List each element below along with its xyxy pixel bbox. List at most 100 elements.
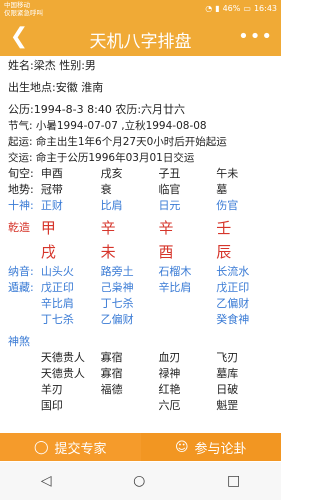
shishen-month: 比肩 xyxy=(100,199,123,212)
status-icons: ◔ ▮ 46% ▭ 16:43 xyxy=(205,4,277,13)
shishen-year: 正财 xyxy=(40,199,63,212)
calendar-date: 公历:1994-8-3 8:40 农历:六月廿六 xyxy=(8,103,186,116)
more-button[interactable]: ••• xyxy=(238,24,273,50)
join-discussion-button[interactable]: ☺ 参与论卦 xyxy=(140,433,281,461)
name-gender: 姓名:梁杰 性别:男 xyxy=(8,59,96,72)
zhi-hour: 辰 xyxy=(216,243,232,261)
nayin-year: 山头火 xyxy=(40,265,74,278)
canggan-cell: 丁七杀 xyxy=(100,297,134,310)
nayin-row: 纳音: 山头火 路旁土 石榴木 长流水 xyxy=(8,264,276,280)
gan-hour: 壬 xyxy=(216,219,232,237)
dishi-label: 地势: xyxy=(8,183,34,196)
shensha-cell: 墓库 xyxy=(216,367,239,380)
shishen-row: 十神: 正财 比肩 日元 伤官 xyxy=(8,198,276,214)
nav-home-icon[interactable]: ○ xyxy=(133,473,145,489)
solar-terms: 节气: 小暑1994-07-07 ,立秋1994-08-08 xyxy=(8,120,207,132)
shensha-cell: 六厄 xyxy=(158,399,181,412)
shensha-cell: 血刃 xyxy=(158,351,181,364)
gan-row: 乾造 甲 辛 辛 壬 xyxy=(8,216,276,240)
zhi-month: 未 xyxy=(100,243,116,261)
submit-expert-button[interactable]: ◯ 提交专家 xyxy=(0,433,141,461)
canggan-cell: 戊正印 xyxy=(40,281,74,294)
shensha-cell: 天德贵人 xyxy=(40,367,85,380)
bazi-content: 姓名:梁杰 性别:男 出生地点:安徽 淮南 公历:1994-8-3 8:40 农… xyxy=(8,58,276,414)
shensha-cell: 福德 xyxy=(100,383,123,396)
birthplace: 出生地点:安徽 淮南 xyxy=(8,81,104,94)
zhi-row: 戌 未 酉 辰 xyxy=(8,240,276,264)
dishi-day: 临官 xyxy=(158,183,181,196)
shensha-row-4: 国印 六厄 魁罡 xyxy=(8,398,276,414)
shensha-cell: 寡宿 xyxy=(100,367,123,380)
canggan-cell: 癸食神 xyxy=(216,313,250,326)
zhi-year: 戌 xyxy=(40,243,56,261)
canggan-cell xyxy=(158,296,216,312)
gan-day: 辛 xyxy=(158,219,174,237)
action-bar: ◯ 提交专家 ☺ 参与论卦 xyxy=(0,433,281,461)
nayin-hour: 长流水 xyxy=(216,265,250,278)
xunkong-row: 旬空: 申酉 戌亥 子丑 午未 xyxy=(8,166,276,182)
canggan-row-2: 辛比肩 丁七杀 乙偏财 xyxy=(8,296,276,312)
shishen-day: 日元 xyxy=(158,199,181,212)
shensha-row-3: 羊刃 福德 红艳 日破 xyxy=(8,382,276,398)
zhi-day: 酉 xyxy=(158,243,174,261)
luck-transfer: 交运: 命主于公历1996年03月01日交运 xyxy=(8,152,195,164)
carrier-info: 中国移动 仅限紧急呼叫 xyxy=(4,1,43,17)
shishen-label: 十神: xyxy=(8,199,34,212)
nayin-label: 纳音: xyxy=(8,265,34,278)
more-dots-icon: ••• xyxy=(238,26,273,47)
shensha-row-1: 天德贵人 寡宿 血刃 飞刃 xyxy=(8,350,276,366)
shensha-cell: 寡宿 xyxy=(100,351,123,364)
luck-start: 起运: 命主出生1年6个月27天0小时后开始起运 xyxy=(8,136,227,148)
shensha-cell: 日破 xyxy=(216,383,239,396)
canggan-cell: 乙偏财 xyxy=(100,313,134,326)
shishen-hour: 伤官 xyxy=(216,199,239,212)
canggan-cell: 乙偏财 xyxy=(216,297,250,310)
nayin-month: 路旁土 xyxy=(100,265,134,278)
nayin-day: 石榴木 xyxy=(158,265,192,278)
xunkong-day: 子丑 xyxy=(158,167,181,180)
dishi-row: 地势: 冠带 衰 临官 墓 xyxy=(8,182,276,198)
canggan-cell: 辛比肩 xyxy=(40,297,74,310)
shensha-cell: 天德贵人 xyxy=(40,351,85,364)
xunkong-hour: 午未 xyxy=(216,167,239,180)
clock: 16:43 xyxy=(253,4,277,13)
dishi-year: 冠带 xyxy=(40,183,63,196)
canggan-cell: 己枭神 xyxy=(100,281,134,294)
xunkong-month: 戌亥 xyxy=(100,167,123,180)
dishi-hour: 墓 xyxy=(216,183,228,196)
qianzao-label: 乾造 xyxy=(8,221,30,234)
signal-icon: ▮ xyxy=(215,4,220,13)
dishi-month: 衰 xyxy=(100,183,112,196)
nav-recent-icon[interactable]: □ xyxy=(227,473,240,489)
canggan-cell: 丁七杀 xyxy=(40,313,74,326)
battery-level: 46% xyxy=(222,4,241,13)
shensha-cell: 魁罡 xyxy=(216,399,239,412)
shensha-label: 神煞 xyxy=(8,335,30,348)
canggan-label: 遁藏: xyxy=(8,281,34,294)
canggan-cell xyxy=(158,312,216,328)
nav-back-icon[interactable]: ◁ xyxy=(41,473,52,489)
canggan-row-1: 遁藏: 戊正印 己枭神 辛比肩 戊正印 xyxy=(8,280,276,296)
shensha-cell: 飞刃 xyxy=(216,351,239,364)
shensha-row-2: 天德贵人 寡宿 禄神 墓库 xyxy=(8,366,276,382)
status-bar: 中国移动 仅限紧急呼叫 ◔ ▮ 46% ▭ 16:43 xyxy=(0,0,281,20)
carrier-emergency: 仅限紧急呼叫 xyxy=(4,8,43,17)
battery-icon: ▭ xyxy=(243,4,251,13)
shensha-cell: 国印 xyxy=(40,399,63,412)
canggan-cell: 辛比肩 xyxy=(158,281,192,294)
app-bar: ❮ 天机八字排盘 ••• xyxy=(0,20,281,56)
join-discussion-label: 参与论卦 xyxy=(194,441,247,457)
shensha-cell: 禄神 xyxy=(158,367,181,380)
xunkong-label: 旬空: xyxy=(8,167,34,180)
wifi-icon: ◔ xyxy=(205,4,213,13)
shensha-cell: 红艳 xyxy=(158,383,181,396)
xunkong-year: 申酉 xyxy=(40,167,63,180)
shensha-cell: 羊刃 xyxy=(40,383,63,396)
bell-icon: ◯ xyxy=(33,439,49,455)
shensha-cell xyxy=(101,398,159,414)
submit-expert-label: 提交专家 xyxy=(54,441,107,457)
smile-icon: ☺ xyxy=(174,439,189,455)
gan-month: 辛 xyxy=(100,219,116,237)
canggan-row-3: 丁七杀 乙偏财 癸食神 xyxy=(8,312,276,328)
gan-year: 甲 xyxy=(40,219,56,237)
